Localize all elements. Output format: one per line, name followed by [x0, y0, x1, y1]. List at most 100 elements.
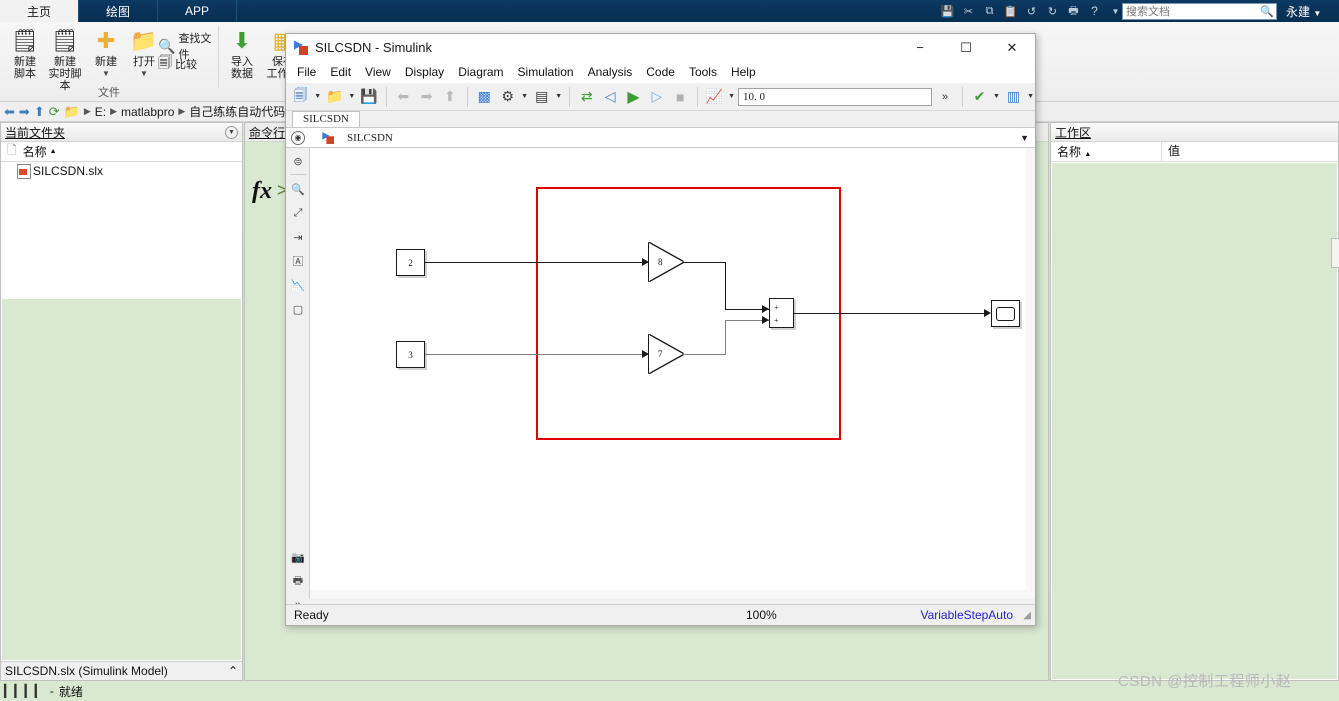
model-advisor-icon[interactable]: ✔ — [969, 86, 990, 108]
eye-icon[interactable]: ◉ — [291, 130, 305, 145]
toolbar-overflow-button[interactable]: » — [934, 91, 955, 103]
subsystem-icon[interactable]: ▢ — [289, 300, 307, 318]
panel-options-icon[interactable]: ▼ — [225, 125, 238, 139]
chevron-down-icon[interactable]: ▼ — [1026, 93, 1035, 100]
camera-icon[interactable]: 📷 — [289, 548, 307, 566]
chevron-down-icon[interactable]: ▼ — [554, 93, 563, 100]
canvas-vertical-scrollbar[interactable] — [1026, 148, 1035, 599]
annotation-icon[interactable]: 🄰 — [289, 252, 307, 270]
schedule-editor-icon[interactable]: ▥ — [1003, 86, 1024, 108]
back-arrow-icon[interactable]: ⬅ — [4, 104, 15, 120]
stop-icon[interactable]: ■ — [670, 86, 691, 108]
run-icon[interactable]: ▶ — [623, 86, 644, 108]
navigate-up-icon[interactable]: ⊜ — [289, 152, 307, 170]
refresh-icon[interactable]: ⟳ — [49, 104, 60, 120]
signal-line-gain7-sum-h1[interactable] — [683, 354, 726, 355]
menu-edit[interactable]: Edit — [323, 63, 358, 81]
new-button[interactable]: ✚ 新建 ▼ — [85, 26, 127, 80]
maximize-button[interactable]: ☐ — [943, 34, 989, 61]
sum-block[interactable]: + + — [769, 298, 794, 328]
user-menu[interactable]: 永建 ▼ — [1286, 3, 1321, 20]
copy-icon[interactable]: ⧉ — [980, 2, 999, 20]
simulink-canvas[interactable]: 2 8 3 7 + + — [310, 148, 1035, 599]
simulation-data-inspector-icon[interactable]: 📈 — [704, 86, 725, 108]
solver-name[interactable]: VariableStepAuto — [920, 608, 1013, 622]
new-live-script-button[interactable]: 🗒 新建 实时脚本 — [44, 26, 86, 92]
menu-diagram[interactable]: Diagram — [451, 63, 510, 81]
signal-line-sum-scope[interactable] — [794, 313, 987, 314]
forward-icon[interactable]: ➡ — [416, 86, 437, 108]
breadcrumb-segment-folder2[interactable]: 自己练练自动代码 — [189, 103, 285, 120]
paste-icon[interactable]: 📋 — [1001, 2, 1020, 20]
simulink-title-bar[interactable]: SILCSDN - Simulink − ☐ ✕ — [286, 34, 1035, 61]
print-icon[interactable]: 🖶 — [289, 572, 307, 590]
tab-apps[interactable]: APP — [158, 0, 237, 22]
chevron-up-icon[interactable]: ⌃ — [228, 664, 238, 678]
menu-help[interactable]: Help — [724, 63, 763, 81]
signal-line-gain8-sum-h1[interactable] — [683, 262, 726, 263]
workspace-column-name[interactable]: 名称 ▲ — [1051, 143, 1161, 160]
chevron-down-icon[interactable]: ▼ — [727, 93, 736, 100]
gain-block-8[interactable] — [649, 243, 683, 281]
import-data-button[interactable]: ⬇ 导入 数据 — [221, 26, 263, 80]
stop-time-input[interactable]: 10. 0 — [737, 87, 933, 106]
tab-plots[interactable]: 绘图 — [79, 0, 158, 22]
workspace-resize-handle[interactable] — [1331, 238, 1339, 268]
print-icon[interactable]: 🖶 — [1064, 2, 1083, 20]
redo-icon[interactable]: ↻ — [1043, 2, 1062, 20]
close-button[interactable]: ✕ — [989, 34, 1035, 61]
chevron-down-icon[interactable]: ▼ — [520, 93, 529, 100]
gain-block-7[interactable] — [649, 335, 683, 373]
menu-view[interactable]: View — [358, 63, 398, 81]
fit-to-view-icon[interactable]: ⤢ — [289, 204, 307, 222]
help-icon[interactable]: ? — [1085, 2, 1104, 20]
undo-icon[interactable]: ↺ — [1022, 2, 1041, 20]
signal-routing-icon[interactable]: ⇥ — [289, 228, 307, 246]
step-forward-icon[interactable]: ▷ — [646, 86, 667, 108]
cut-icon[interactable]: ✂ — [959, 2, 978, 20]
breadcrumb-segment-folder1[interactable]: matlabpro — [121, 105, 174, 119]
minimize-button[interactable]: − — [897, 34, 943, 61]
chevron-down-icon[interactable]: ▼ — [992, 93, 1001, 100]
chevron-down-icon[interactable]: ▼ — [313, 93, 322, 100]
back-icon[interactable]: ⬅ — [393, 86, 414, 108]
signal-line-const2-gain8[interactable] — [425, 262, 649, 263]
forward-arrow-icon[interactable]: ➡ — [19, 104, 30, 120]
menu-display[interactable]: Display — [398, 63, 451, 81]
model-settings-icon[interactable]: ⚙ — [497, 86, 518, 108]
new-model-icon[interactable]: 🗐 — [290, 86, 311, 108]
library-browser-icon[interactable]: ▩ — [474, 86, 495, 108]
tab-home[interactable]: 主页 — [0, 0, 79, 22]
menu-analysis[interactable]: Analysis — [581, 63, 640, 81]
constant-block-2[interactable]: 2 — [396, 249, 425, 276]
breadcrumb-segment-drive[interactable]: E: — [95, 105, 106, 119]
scope-block[interactable] — [991, 300, 1020, 327]
step-back-icon[interactable]: ◁ — [599, 86, 620, 108]
scope-viewer-icon[interactable]: 📉 — [289, 276, 307, 294]
workspace-column-value[interactable]: 值 — [1161, 142, 1180, 161]
sort-ascending-icon[interactable]: ▲ — [50, 148, 57, 155]
save-model-icon[interactable]: 💾 — [358, 86, 379, 108]
zoom-level[interactable]: 100% — [746, 608, 777, 622]
new-script-button[interactable]: 🗒 新建 脚本 — [4, 26, 46, 80]
zoom-region-icon[interactable]: 🔍 — [289, 180, 307, 198]
breadcrumb-model-item[interactable]: SILCSDN — [321, 131, 393, 145]
tab-silcsdn[interactable]: SILCSDN — [292, 111, 360, 127]
up-folder-icon[interactable]: ⬆ — [34, 104, 45, 120]
menu-file[interactable]: File — [290, 63, 323, 81]
model-explorer-icon[interactable]: ▤ — [531, 86, 552, 108]
signal-line-gain8-sum-v[interactable] — [725, 262, 726, 310]
constant-block-3[interactable]: 3 — [396, 341, 425, 368]
breadcrumb[interactable]: ▶ E: ▶ matlabpro ▶ 自己练练自动代码 — [84, 103, 286, 120]
canvas-horizontal-scrollbar[interactable] — [310, 590, 1026, 599]
menu-tools[interactable]: Tools — [682, 63, 724, 81]
compare-button[interactable]: 🗐 比较 — [158, 52, 197, 76]
chevron-down-icon[interactable]: ▼ — [85, 68, 127, 80]
search-documentation-input[interactable]: 搜索文档 🔍 — [1122, 3, 1277, 20]
open-model-icon[interactable]: 📁 — [324, 86, 345, 108]
file-list-item-silcsdn[interactable]: SILCSDN.slx — [1, 162, 242, 179]
save-icon[interactable]: 💾 — [938, 2, 957, 20]
menu-code[interactable]: Code — [639, 63, 682, 81]
update-diagram-icon[interactable]: ⇄ — [576, 86, 597, 108]
resize-grip-icon[interactable]: ◢ — [1023, 610, 1031, 621]
